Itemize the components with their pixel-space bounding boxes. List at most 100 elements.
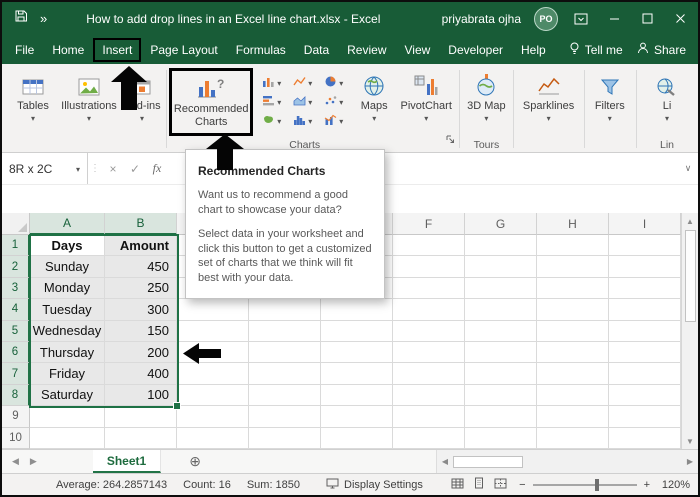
- tab-insert[interactable]: Insert: [93, 38, 141, 62]
- column-header-I[interactable]: I: [609, 213, 681, 235]
- insert-column-chart-button[interactable]: ▾: [256, 73, 287, 92]
- cell[interactable]: [537, 406, 609, 427]
- cell-B3[interactable]: 250: [105, 278, 177, 299]
- cell[interactable]: [537, 321, 609, 342]
- recommended-charts-button[interactable]: ? Recommended Charts: [169, 68, 253, 136]
- cell[interactable]: [537, 342, 609, 363]
- cell[interactable]: [249, 385, 321, 406]
- zoom-level[interactable]: 120%: [654, 479, 690, 491]
- column-header-F[interactable]: F: [393, 213, 465, 235]
- cell[interactable]: [393, 299, 465, 320]
- cell[interactable]: [465, 299, 537, 320]
- sheet-nav-left-button[interactable]: ◀: [12, 456, 19, 467]
- cell[interactable]: [609, 235, 681, 256]
- cell-A10[interactable]: [30, 428, 105, 449]
- cell[interactable]: [393, 406, 465, 427]
- cell-B9[interactable]: [105, 406, 177, 427]
- cell[interactable]: [465, 363, 537, 384]
- cell-B1[interactable]: Amount: [105, 235, 177, 256]
- cell-B7[interactable]: 400: [105, 363, 177, 384]
- cell-A7[interactable]: Friday: [30, 363, 105, 384]
- cell[interactable]: [177, 321, 249, 342]
- page-layout-view-button[interactable]: [473, 477, 485, 492]
- cell[interactable]: [393, 342, 465, 363]
- cell-B10[interactable]: [105, 428, 177, 449]
- cell[interactable]: [249, 342, 321, 363]
- row-header-7[interactable]: 7: [2, 363, 30, 384]
- cell[interactable]: [393, 385, 465, 406]
- cell[interactable]: [537, 363, 609, 384]
- row-header-8[interactable]: 8: [2, 385, 30, 406]
- cell[interactable]: [321, 385, 393, 406]
- 3d-map-button[interactable]: 3D Map ▾: [462, 68, 510, 126]
- cell[interactable]: [465, 342, 537, 363]
- insert-pie-chart-button[interactable]: ▾: [318, 73, 349, 92]
- scroll-up-button[interactable]: ▲: [686, 213, 694, 229]
- cell[interactable]: [177, 299, 249, 320]
- select-all-corner[interactable]: [2, 213, 30, 235]
- insert-histogram-chart-button[interactable]: ▾: [287, 111, 318, 130]
- cell[interactable]: [609, 428, 681, 449]
- sparklines-button[interactable]: Sparklines ▾: [517, 68, 581, 126]
- row-header-6[interactable]: 6: [2, 342, 30, 363]
- insert-line-chart-button[interactable]: ▾: [287, 73, 318, 92]
- cell[interactable]: [177, 406, 249, 427]
- tab-view[interactable]: View: [396, 39, 440, 61]
- insert-map-chart-button[interactable]: ▾: [256, 111, 287, 130]
- expand-formula-bar-button[interactable]: ∨: [678, 153, 698, 184]
- cell-A3[interactable]: Monday: [30, 278, 105, 299]
- cell[interactable]: [465, 256, 537, 277]
- cell[interactable]: [609, 363, 681, 384]
- cell[interactable]: [609, 406, 681, 427]
- cell-B6[interactable]: 200: [105, 342, 177, 363]
- pivotchart-button[interactable]: PivotChart ▾: [396, 68, 456, 126]
- tab-home[interactable]: Home: [43, 39, 93, 61]
- insert-combo-chart-button[interactable]: ▾: [318, 111, 349, 130]
- zoom-out-button[interactable]: −: [519, 479, 525, 491]
- cell[interactable]: [321, 299, 393, 320]
- cell[interactable]: [609, 321, 681, 342]
- tab-data[interactable]: Data: [295, 39, 338, 61]
- scroll-right-button[interactable]: ▶: [682, 457, 698, 466]
- tell-me-button[interactable]: Tell me: [569, 42, 623, 58]
- close-button[interactable]: [670, 8, 690, 30]
- cell[interactable]: [465, 278, 537, 299]
- cell-A1-active[interactable]: Days: [30, 235, 105, 256]
- insert-area-chart-button[interactable]: ▾: [287, 92, 318, 111]
- charts-dialog-launcher[interactable]: [446, 131, 455, 149]
- cell[interactable]: [249, 406, 321, 427]
- scroll-left-button[interactable]: ◀: [437, 457, 453, 466]
- avatar[interactable]: PO: [534, 7, 558, 31]
- row-header-5[interactable]: 5: [2, 321, 30, 342]
- tab-file[interactable]: File: [6, 39, 43, 61]
- save-icon[interactable]: [14, 9, 28, 28]
- cell[interactable]: [393, 363, 465, 384]
- cell[interactable]: [537, 235, 609, 256]
- ribbon-display-options-icon[interactable]: [571, 8, 591, 30]
- cell[interactable]: [537, 299, 609, 320]
- tab-review[interactable]: Review: [338, 39, 395, 61]
- minimize-button[interactable]: [604, 8, 624, 30]
- horizontal-scroll-thumb[interactable]: [453, 456, 523, 468]
- cell-A4[interactable]: Tuesday: [30, 299, 105, 320]
- row-header-3[interactable]: 3: [2, 278, 30, 299]
- zoom-in-button[interactable]: +: [644, 479, 650, 491]
- tab-help[interactable]: Help: [512, 39, 555, 61]
- insert-scatter-chart-button[interactable]: ▾: [318, 92, 349, 111]
- cell[interactable]: [249, 428, 321, 449]
- cell[interactable]: [177, 385, 249, 406]
- column-header-H[interactable]: H: [537, 213, 609, 235]
- cell[interactable]: [537, 428, 609, 449]
- row-header-1[interactable]: 1: [2, 235, 30, 256]
- cell[interactable]: [537, 256, 609, 277]
- cell[interactable]: [321, 406, 393, 427]
- cell[interactable]: [537, 385, 609, 406]
- cell-A8[interactable]: Saturday: [30, 385, 105, 406]
- cell[interactable]: [321, 321, 393, 342]
- formula-cancel-button[interactable]: ×: [102, 153, 124, 184]
- cell[interactable]: [465, 406, 537, 427]
- cell-B5[interactable]: 150: [105, 321, 177, 342]
- cell[interactable]: [249, 321, 321, 342]
- cell[interactable]: [609, 342, 681, 363]
- cell-B8[interactable]: 100: [105, 385, 177, 406]
